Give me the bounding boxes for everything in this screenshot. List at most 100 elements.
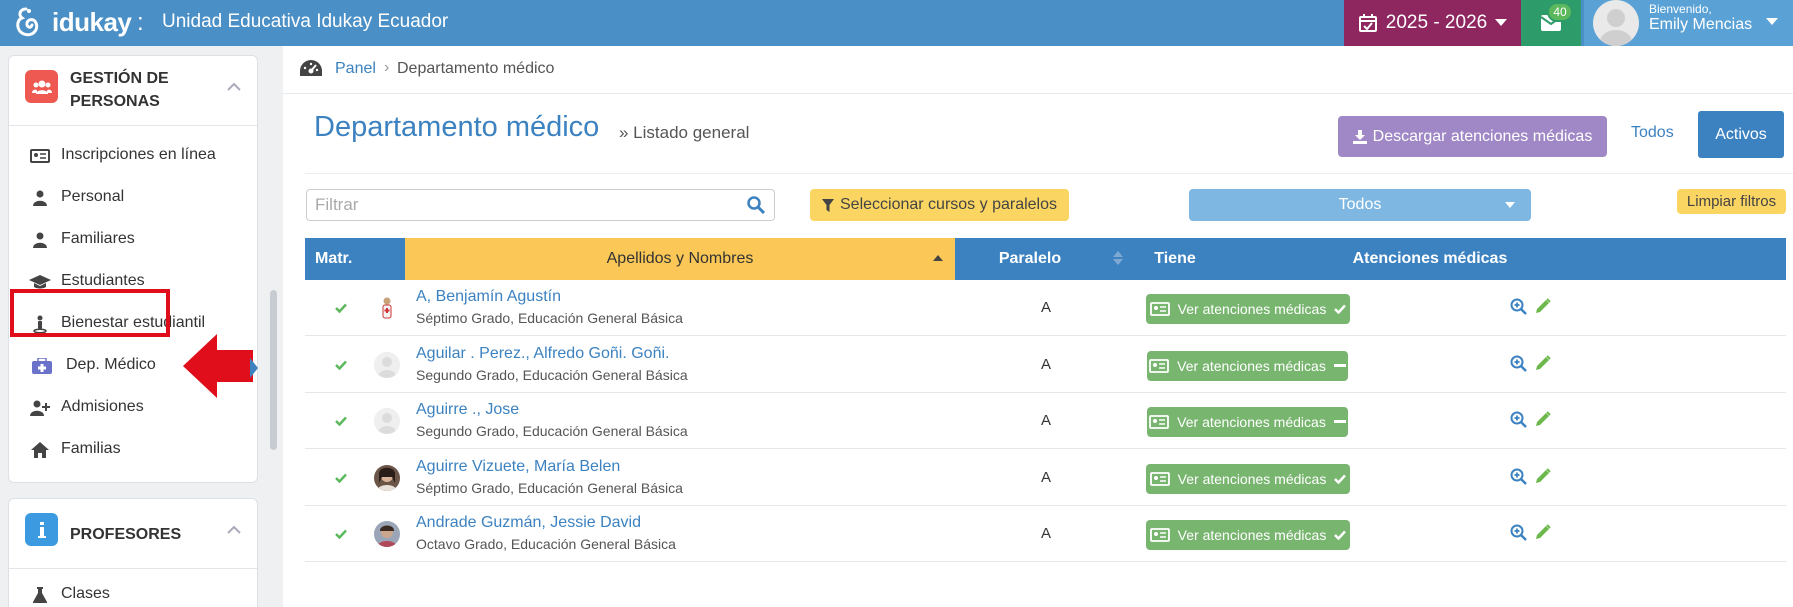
top-bar: idukay : Unidad Educativa Idukay Ecuador… bbox=[0, 0, 1793, 46]
section-title: PROFESORES bbox=[70, 526, 182, 543]
zoom-in-icon[interactable] bbox=[1510, 524, 1527, 546]
table-row: Andrade Guzmán, Jessie David Octavo Grado… bbox=[305, 506, 1786, 562]
zoom-in-icon[interactable] bbox=[1510, 468, 1527, 490]
edit-pencil-icon[interactable] bbox=[1535, 467, 1551, 489]
filter-icon bbox=[822, 198, 834, 212]
chevron-up-icon bbox=[227, 525, 241, 534]
student-paralelo: A bbox=[1041, 412, 1052, 429]
brand-name[interactable]: idukay bbox=[52, 7, 132, 38]
home-icon bbox=[29, 441, 51, 459]
id-card-icon bbox=[1149, 358, 1170, 373]
edit-pencil-icon[interactable] bbox=[1535, 298, 1551, 319]
school-year-label: 2025 - 2026 bbox=[1385, 12, 1488, 33]
edit-pencil-icon[interactable] bbox=[1535, 354, 1551, 376]
flask-icon bbox=[29, 586, 51, 604]
select-courses-button[interactable]: Seleccionar cursos y paralelos bbox=[810, 189, 1069, 221]
view-medical-label: Ver atenciones médicas bbox=[1177, 527, 1327, 543]
enrolled-check-icon bbox=[335, 300, 347, 318]
edit-pencil-icon[interactable] bbox=[1535, 411, 1551, 432]
table-row: A, Benjamín Agustín Séptimo Grado, Educac… bbox=[305, 280, 1786, 336]
column-label: Atenciones médicas bbox=[1352, 250, 1508, 267]
clear-filters-button[interactable]: Limpiar filtros bbox=[1677, 189, 1786, 214]
view-medical-button[interactable]: Ver atenciones médicas bbox=[1147, 407, 1348, 437]
student-photo-icon bbox=[374, 521, 400, 547]
filter-active-label: Activos bbox=[1715, 125, 1767, 143]
sidebar-item-inscripciones[interactable]: Inscripciones en línea bbox=[9, 138, 257, 174]
sidebar-item-label: Inscripciones en línea bbox=[61, 146, 216, 163]
main-content: Panel › Departamento médico Departamento… bbox=[283, 46, 1793, 607]
user-silhouette-icon bbox=[374, 351, 400, 378]
column-label: Matr. bbox=[315, 250, 353, 267]
view-medical-button[interactable]: Ver atenciones médicas bbox=[1146, 463, 1350, 494]
student-name-link[interactable]: Aguilar . Perez., Alfredo Goñi. Goñi. bbox=[416, 345, 669, 363]
column-header-atenciones[interactable]: Atenciones médicas bbox=[1235, 238, 1625, 280]
idukay-logo-icon[interactable] bbox=[12, 5, 42, 41]
doctor-avatar-icon bbox=[374, 295, 400, 321]
student-name-link[interactable]: A, Benjamín Agustín bbox=[416, 288, 561, 306]
search-icon[interactable] bbox=[747, 196, 765, 214]
page-subtitle: » Listado general bbox=[619, 123, 750, 142]
user-icon bbox=[29, 189, 51, 207]
sidebar-item-label: Familias bbox=[61, 440, 121, 457]
clear-filters-label: Limpiar filtros bbox=[1686, 193, 1777, 210]
filter-input[interactable] bbox=[306, 189, 775, 221]
enrolled-check-icon bbox=[335, 526, 347, 544]
column-header-names[interactable]: Apellidos y Nombres bbox=[405, 238, 955, 280]
page-title: Departamento médico bbox=[314, 111, 600, 143]
divider bbox=[305, 173, 1793, 174]
column-header-paralelo[interactable]: Paralelo bbox=[955, 238, 1135, 280]
view-medical-label: Ver atenciones médicas bbox=[1177, 357, 1326, 374]
breadcrumb-panel-link[interactable]: Panel bbox=[335, 60, 376, 78]
user-silhouette-icon bbox=[374, 408, 400, 434]
edit-pencil-icon[interactable] bbox=[1535, 524, 1551, 545]
zoom-in-icon[interactable] bbox=[1510, 411, 1527, 433]
column-header-matr[interactable]: Matr. bbox=[305, 238, 405, 280]
check-icon bbox=[1334, 530, 1347, 540]
table-header: Matr. Apellidos y Nombres Paralelo Tiene… bbox=[305, 238, 1786, 280]
school-name: Unidad Educativa Idukay Ecuador bbox=[162, 11, 449, 32]
student-paralelo: A bbox=[1041, 525, 1052, 542]
student-name-link[interactable]: Andrade Guzmán, Jessie David bbox=[416, 514, 641, 532]
table-row: Aguirre Vizuete, María Belen Séptimo Grad… bbox=[305, 450, 1786, 506]
sidebar-scrollbar[interactable] bbox=[270, 290, 277, 450]
id-card-icon bbox=[1149, 528, 1170, 542]
table-row: Aguirre ., Jose Segundo Grado, Educación … bbox=[305, 393, 1786, 449]
status-select-value: Todos bbox=[1338, 196, 1382, 213]
caret-down-icon bbox=[1505, 202, 1515, 208]
section-header-teachers[interactable]: PROFESORES bbox=[9, 499, 257, 569]
student-name-link[interactable]: Aguirre Vizuete, María Belen bbox=[416, 458, 620, 476]
sidebar-item-familias[interactable]: Familias bbox=[9, 432, 257, 468]
id-card-icon bbox=[1149, 415, 1170, 429]
zoom-in-icon[interactable] bbox=[1510, 298, 1527, 320]
caret-down-icon bbox=[1495, 19, 1508, 26]
sidebar-item-label: Dep. Médico bbox=[66, 356, 156, 373]
enrolled-check-icon bbox=[335, 470, 347, 488]
sidebar-item-familiares[interactable]: Familiares bbox=[9, 222, 257, 258]
sidebar-item-personal[interactable]: Personal bbox=[9, 180, 257, 216]
section-header-people[interactable]: GESTIÓN DE PERSONAS bbox=[9, 56, 257, 126]
filter-all-button[interactable]: Todos bbox=[1631, 124, 1674, 142]
user-menu[interactable]: Bienvenido, Emily Mencias bbox=[1584, 0, 1793, 46]
minus-icon bbox=[1333, 363, 1346, 367]
messages-button[interactable]: 40 bbox=[1521, 0, 1581, 46]
sidebar-item-clases[interactable]: Clases bbox=[9, 577, 257, 607]
sidebar-section-teachers: PROFESORES Clases bbox=[8, 498, 258, 607]
messages-count-badge: 40 bbox=[1547, 2, 1573, 22]
zoom-in-icon[interactable] bbox=[1510, 355, 1527, 377]
status-select[interactable]: Todos bbox=[1189, 189, 1531, 221]
filter-active-button[interactable]: Activos bbox=[1698, 111, 1784, 158]
student-name-link[interactable]: Aguirre ., Jose bbox=[416, 401, 519, 419]
student-photo-icon bbox=[374, 464, 400, 491]
student-avatar bbox=[374, 351, 400, 378]
collapse-sidebar-icon[interactable] bbox=[250, 358, 258, 378]
view-medical-button[interactable]: Ver atenciones médicas bbox=[1147, 350, 1348, 381]
download-medical-button[interactable]: Descargar atenciones médicas bbox=[1338, 116, 1607, 157]
student-grade: Séptimo Grado, Educación General Básica bbox=[416, 479, 683, 496]
school-year-dropdown[interactable]: 2025 - 2026 bbox=[1344, 0, 1521, 46]
column-header-tiene[interactable]: Tiene bbox=[1115, 238, 1235, 280]
view-medical-button[interactable]: Ver atenciones médicas bbox=[1146, 520, 1350, 550]
user-name: Emily Mencias bbox=[1649, 16, 1753, 33]
view-medical-button[interactable]: Ver atenciones médicas bbox=[1146, 294, 1350, 324]
sidebar-item-label: Estudiantes bbox=[61, 272, 145, 289]
sort-asc-icon bbox=[933, 255, 943, 261]
